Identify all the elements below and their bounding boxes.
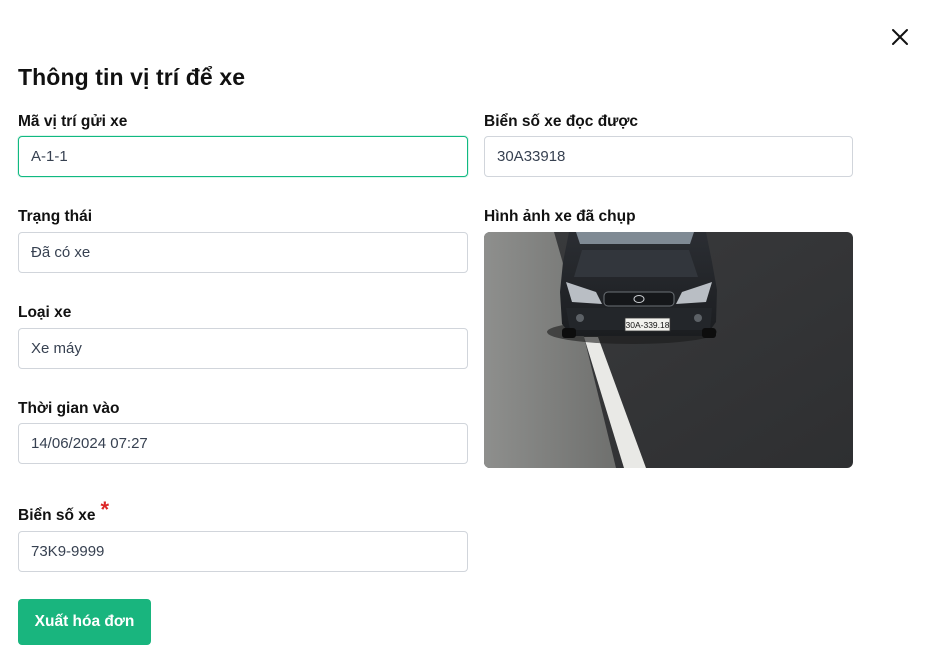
slot-code-input[interactable]: [18, 136, 468, 177]
time-in-label: Thời gian vào: [18, 400, 120, 417]
required-mark: *: [100, 497, 110, 522]
vehicle-type-input[interactable]: [18, 328, 468, 369]
captured-vehicle-image: 30A-339.18: [484, 232, 853, 468]
dialog-title: Thông tin vị trí để xe: [18, 64, 246, 90]
time-in-input[interactable]: [18, 423, 468, 464]
plate-input[interactable]: [18, 531, 468, 572]
plate-read-label: Biển số xe đọc được: [484, 113, 639, 130]
plate-text-in-image: 30A-339.18: [626, 320, 670, 330]
status-label: Trạng thái: [18, 208, 93, 225]
close-icon[interactable]: [888, 25, 912, 49]
plate-read-input[interactable]: [484, 136, 853, 177]
export-invoice-button[interactable]: Xuất hóa đơn: [18, 599, 151, 645]
captured-image-label: Hình ảnh xe đã chụp: [484, 208, 636, 225]
plate-label: Biển số xe *: [18, 497, 110, 526]
status-input[interactable]: [18, 232, 468, 273]
vehicle-type-label: Loại xe: [18, 304, 72, 321]
plate-label-text: Biển số xe: [18, 507, 96, 524]
slot-code-label: Mã vị trí gửi xe: [18, 113, 128, 130]
